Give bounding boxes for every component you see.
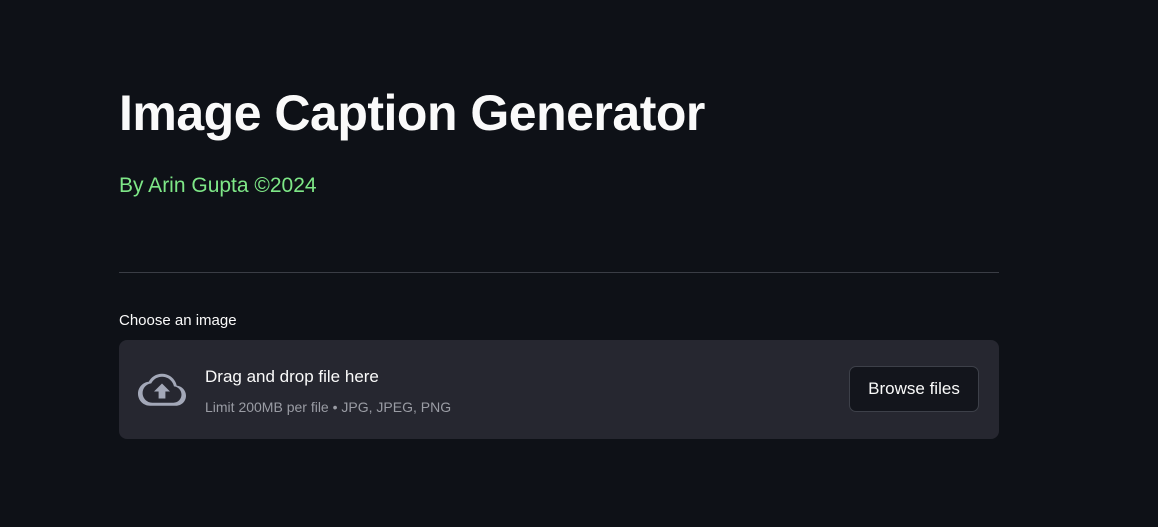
cloud-upload-icon xyxy=(138,373,186,406)
file-limit-text: Limit 200MB per file • JPG, JPEG, PNG xyxy=(205,399,452,415)
file-uploader-label: Choose an image xyxy=(119,312,237,329)
page-title: Image Caption Generator xyxy=(119,85,705,141)
author-credit: By Arin Gupta ©2024 xyxy=(119,174,317,197)
browse-files-button[interactable]: Browse files xyxy=(849,366,979,412)
divider xyxy=(119,272,999,273)
drop-instructions: Drag and drop file here xyxy=(205,367,379,386)
file-dropzone[interactable]: Drag and drop file here Limit 200MB per … xyxy=(119,340,999,439)
